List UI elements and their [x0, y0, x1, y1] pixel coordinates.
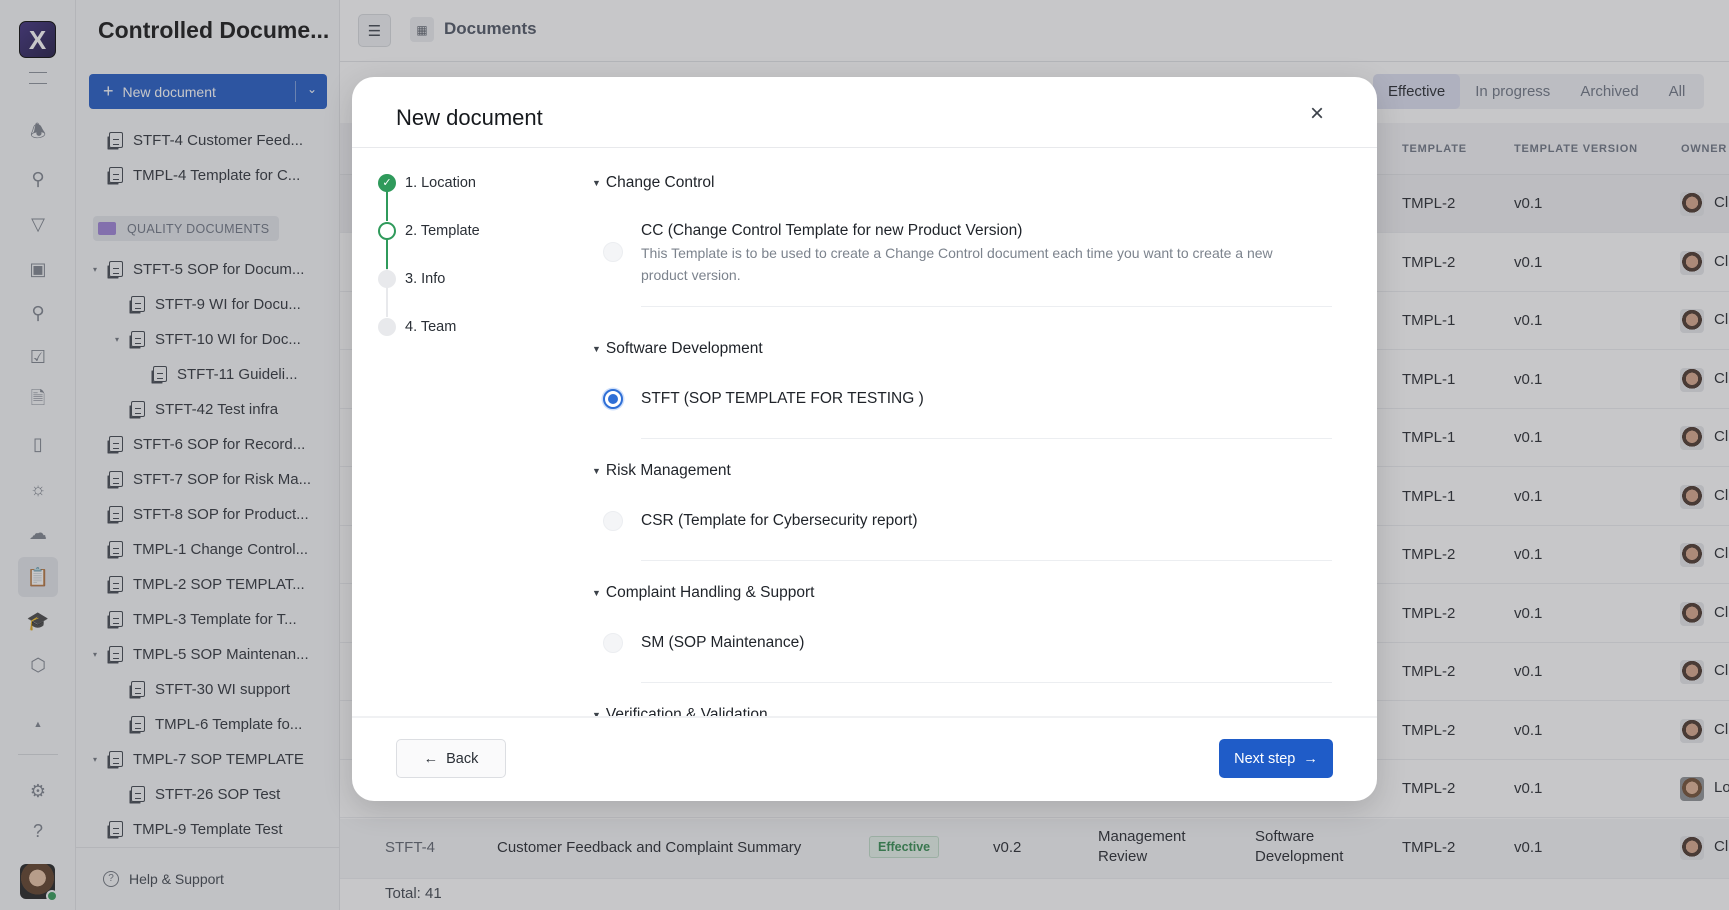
- group-verification-validation[interactable]: ▼ Verification & Validation: [592, 706, 768, 716]
- radio-stft-selected[interactable]: [603, 389, 623, 409]
- group-label: Change Control: [605, 174, 715, 191]
- arrow-left-icon: ←: [423, 750, 439, 767]
- caret-down-icon: ▼: [592, 344, 601, 354]
- radio-sm[interactable]: [603, 633, 623, 653]
- step-team[interactable]: 4. Team: [378, 317, 456, 337]
- step-template[interactable]: 2. Template: [378, 221, 480, 241]
- option-divider: [641, 306, 1332, 307]
- step-label: 2. Template: [405, 223, 480, 239]
- group-risk-management[interactable]: ▼ Risk Management: [592, 462, 731, 480]
- step-label: 1. Location: [405, 175, 476, 191]
- next-label: Next step: [1234, 750, 1296, 767]
- option-title: CC (Change Control Template for new Prod…: [641, 222, 1023, 239]
- step-label: 4. Team: [405, 319, 457, 335]
- group-change-control[interactable]: ▼ Change Control: [592, 174, 715, 192]
- group-label: Risk Management: [605, 462, 731, 479]
- option-divider: [641, 438, 1332, 439]
- radio-cc[interactable]: [603, 242, 623, 262]
- option-title: STFT (SOP TEMPLATE FOR TESTING ): [641, 390, 924, 407]
- step-location[interactable]: ✓ 1. Location: [378, 173, 476, 193]
- back-label: Back: [446, 750, 479, 767]
- back-button[interactable]: ← Back: [396, 739, 506, 778]
- option-divider: [641, 682, 1332, 683]
- template-list[interactable]: ▼ Change Control CC (Change Control Temp…: [592, 150, 1332, 716]
- new-document-dialog: New document × ✓ 1. Location 2. Template…: [352, 77, 1377, 801]
- step-label: 3. Info: [405, 271, 446, 287]
- current-step-indicator: [378, 222, 396, 240]
- group-label: Software Development: [605, 340, 763, 357]
- close-icon[interactable]: ×: [1305, 102, 1329, 127]
- footer-divider: [352, 716, 1377, 718]
- caret-down-icon: ▼: [592, 466, 601, 476]
- option-divider: [641, 560, 1332, 561]
- arrow-right-icon: →: [1303, 750, 1318, 767]
- header-divider: [352, 147, 1377, 148]
- group-label: Verification & Validation: [605, 706, 768, 716]
- group-complaint-handling[interactable]: ▼ Complaint Handling & Support: [592, 584, 814, 602]
- option-title: CSR (Template for Cybersecurity report): [641, 512, 918, 529]
- check-icon: ✓: [378, 174, 396, 192]
- step-connector: [386, 239, 388, 269]
- caret-down-icon: ▼: [592, 178, 601, 188]
- group-software-development[interactable]: ▼ Software Development: [592, 340, 763, 358]
- pending-step-indicator: [378, 318, 396, 336]
- dialog-title: New document: [396, 105, 543, 130]
- option-description: This Template is to be used to create a …: [641, 245, 1273, 283]
- radio-csr[interactable]: [603, 511, 623, 531]
- next-step-button[interactable]: Next step →: [1219, 739, 1333, 778]
- step-connector: [386, 191, 388, 221]
- step-connector: [386, 287, 388, 317]
- pending-step-indicator: [378, 270, 396, 288]
- option-title: SM (SOP Maintenance): [641, 634, 805, 651]
- caret-down-icon: ▼: [592, 588, 601, 598]
- step-info[interactable]: 3. Info: [378, 269, 445, 289]
- group-label: Complaint Handling & Support: [605, 584, 815, 601]
